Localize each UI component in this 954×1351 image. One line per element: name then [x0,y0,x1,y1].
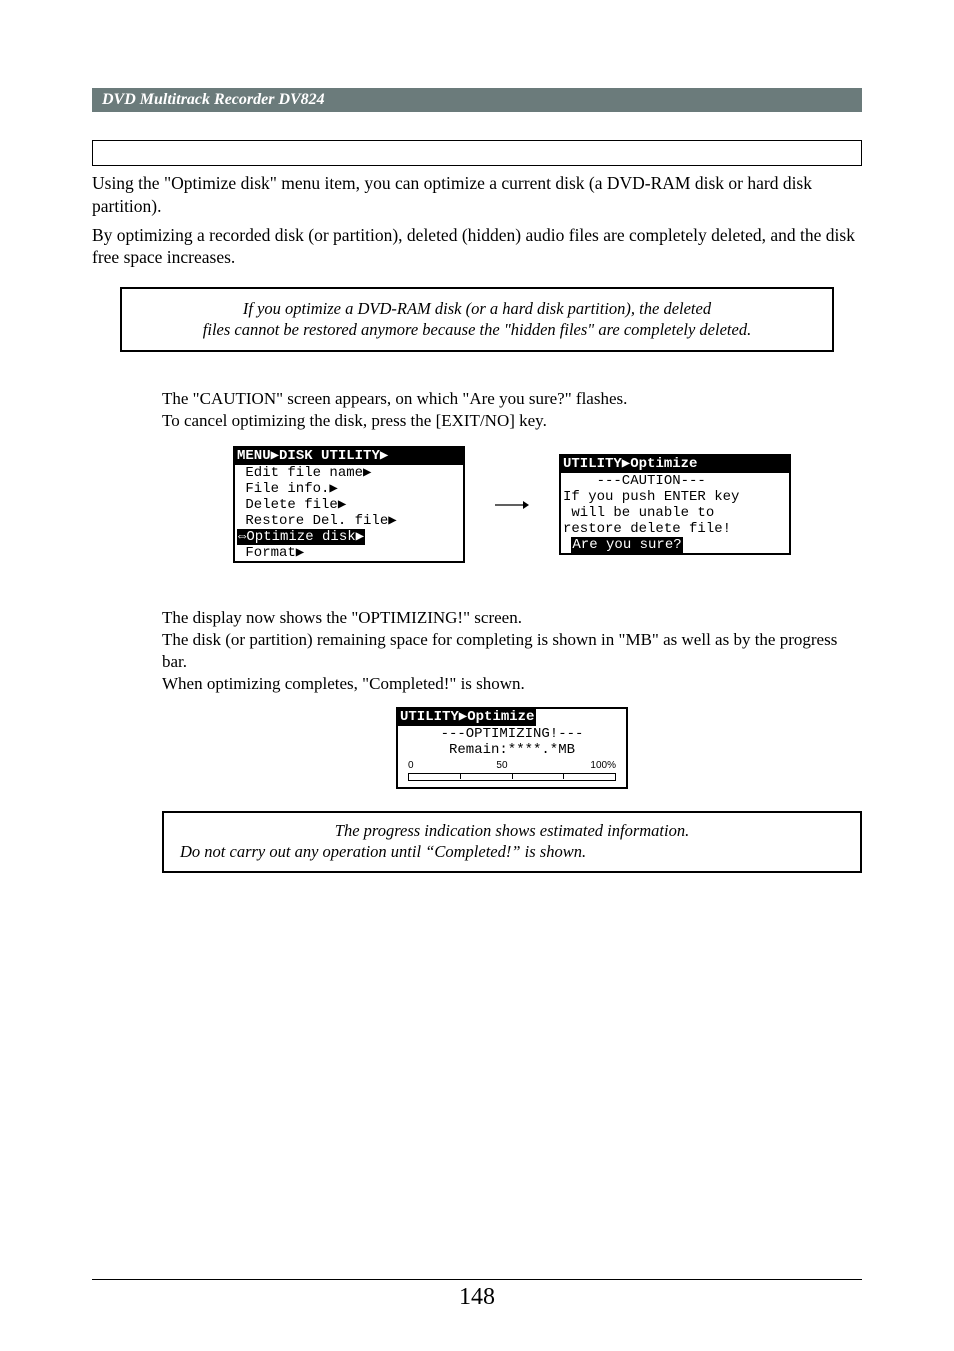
step2-line2: The disk (or partition) remaining space … [162,629,862,673]
arrow-right-icon [495,500,529,510]
lcd2-l6: Are you sure? [561,537,789,553]
lcd3-l2: Remain:****.*MB [398,742,626,758]
lcd2-l4: restore delete file! [561,521,789,537]
doc-header-bar: DVD Multitrack Recorder DV824 [92,88,862,112]
note-line1: The progress indication shows estimated … [180,821,844,842]
caution-note-box: If you optimize a DVD-RAM disk (or a har… [120,287,834,352]
lcd2-l6-inverted: Are you sure? [571,537,682,553]
step2-line3: When optimizing completes, "Completed!" … [162,673,862,695]
lcd-utility-optimizing: UTILITY▶Optimize ---OPTIMIZING!--- Remai… [396,707,628,789]
step-caution-screen: The "CAUTION" screen appears, on which "… [162,388,862,563]
step2-line1: The display now shows the "OPTIMIZING!" … [162,607,862,629]
caution-line-2: files cannot be restored anymore because… [140,320,814,341]
lcd3-l1: ---OPTIMIZING!--- [398,726,626,742]
progress-label-0: 0 [408,760,414,772]
progress-label-50: 50 [496,760,507,772]
lcd-pair: MENU▶DISK UTILITY▶ Edit file name▶ File … [162,446,862,563]
lcd2-l1: ---CAUTION--- [561,473,789,489]
intro-paragraph-2: By optimizing a recorded disk (or partit… [92,224,862,270]
lcd1-l2: File info.▶ [235,481,463,497]
lcd3-progress-labels: 0 50 100% [398,758,626,772]
lcd2-title: UTILITY▶Optimize [561,456,789,472]
intro-paragraph-1: Using the "Optimize disk" menu item, you… [92,172,862,218]
lcd-utility-optimize-caution: UTILITY▶Optimize ---CAUTION--- If you pu… [559,454,791,555]
lcd1-l5: ⇔Optimize disk▶ [235,529,463,545]
page-number: 148 [92,1279,862,1311]
caution-line-1: If you optimize a DVD-RAM disk (or a har… [140,299,814,320]
lcd3-progress-bar [408,773,616,781]
section-title-box [92,140,862,166]
lcd1-l3: Delete file▶ [235,497,463,513]
lcd1-l1: Edit file name▶ [235,465,463,481]
step1-line1: The "CAUTION" screen appears, on which "… [162,388,862,410]
lcd1-l4: Restore Del. file▶ [235,513,463,529]
progress-label-100: 100% [590,760,616,772]
step1-line2: To cancel optimizing the disk, press the… [162,410,862,432]
step-optimizing-screen: The display now shows the "OPTIMIZING!" … [162,607,862,872]
lcd1-title: MENU▶DISK UTILITY▶ [235,448,463,464]
note-line2: Do not carry out any operation until “Co… [180,842,844,863]
lcd1-l5-inverted: ⇔Optimize disk▶ [237,529,365,545]
lcd1-l6: Format▶ [235,545,463,561]
lcd2-l2: If you push ENTER key [561,489,789,505]
doc-header-title: DVD Multitrack Recorder DV824 [102,91,325,108]
lcd-menu-disk-utility: MENU▶DISK UTILITY▶ Edit file name▶ File … [233,446,465,563]
lcd2-l3: will be unable to [561,505,789,521]
progress-note-box: The progress indication shows estimated … [162,811,862,872]
lcd3-title: UTILITY▶Optimize [398,709,536,725]
